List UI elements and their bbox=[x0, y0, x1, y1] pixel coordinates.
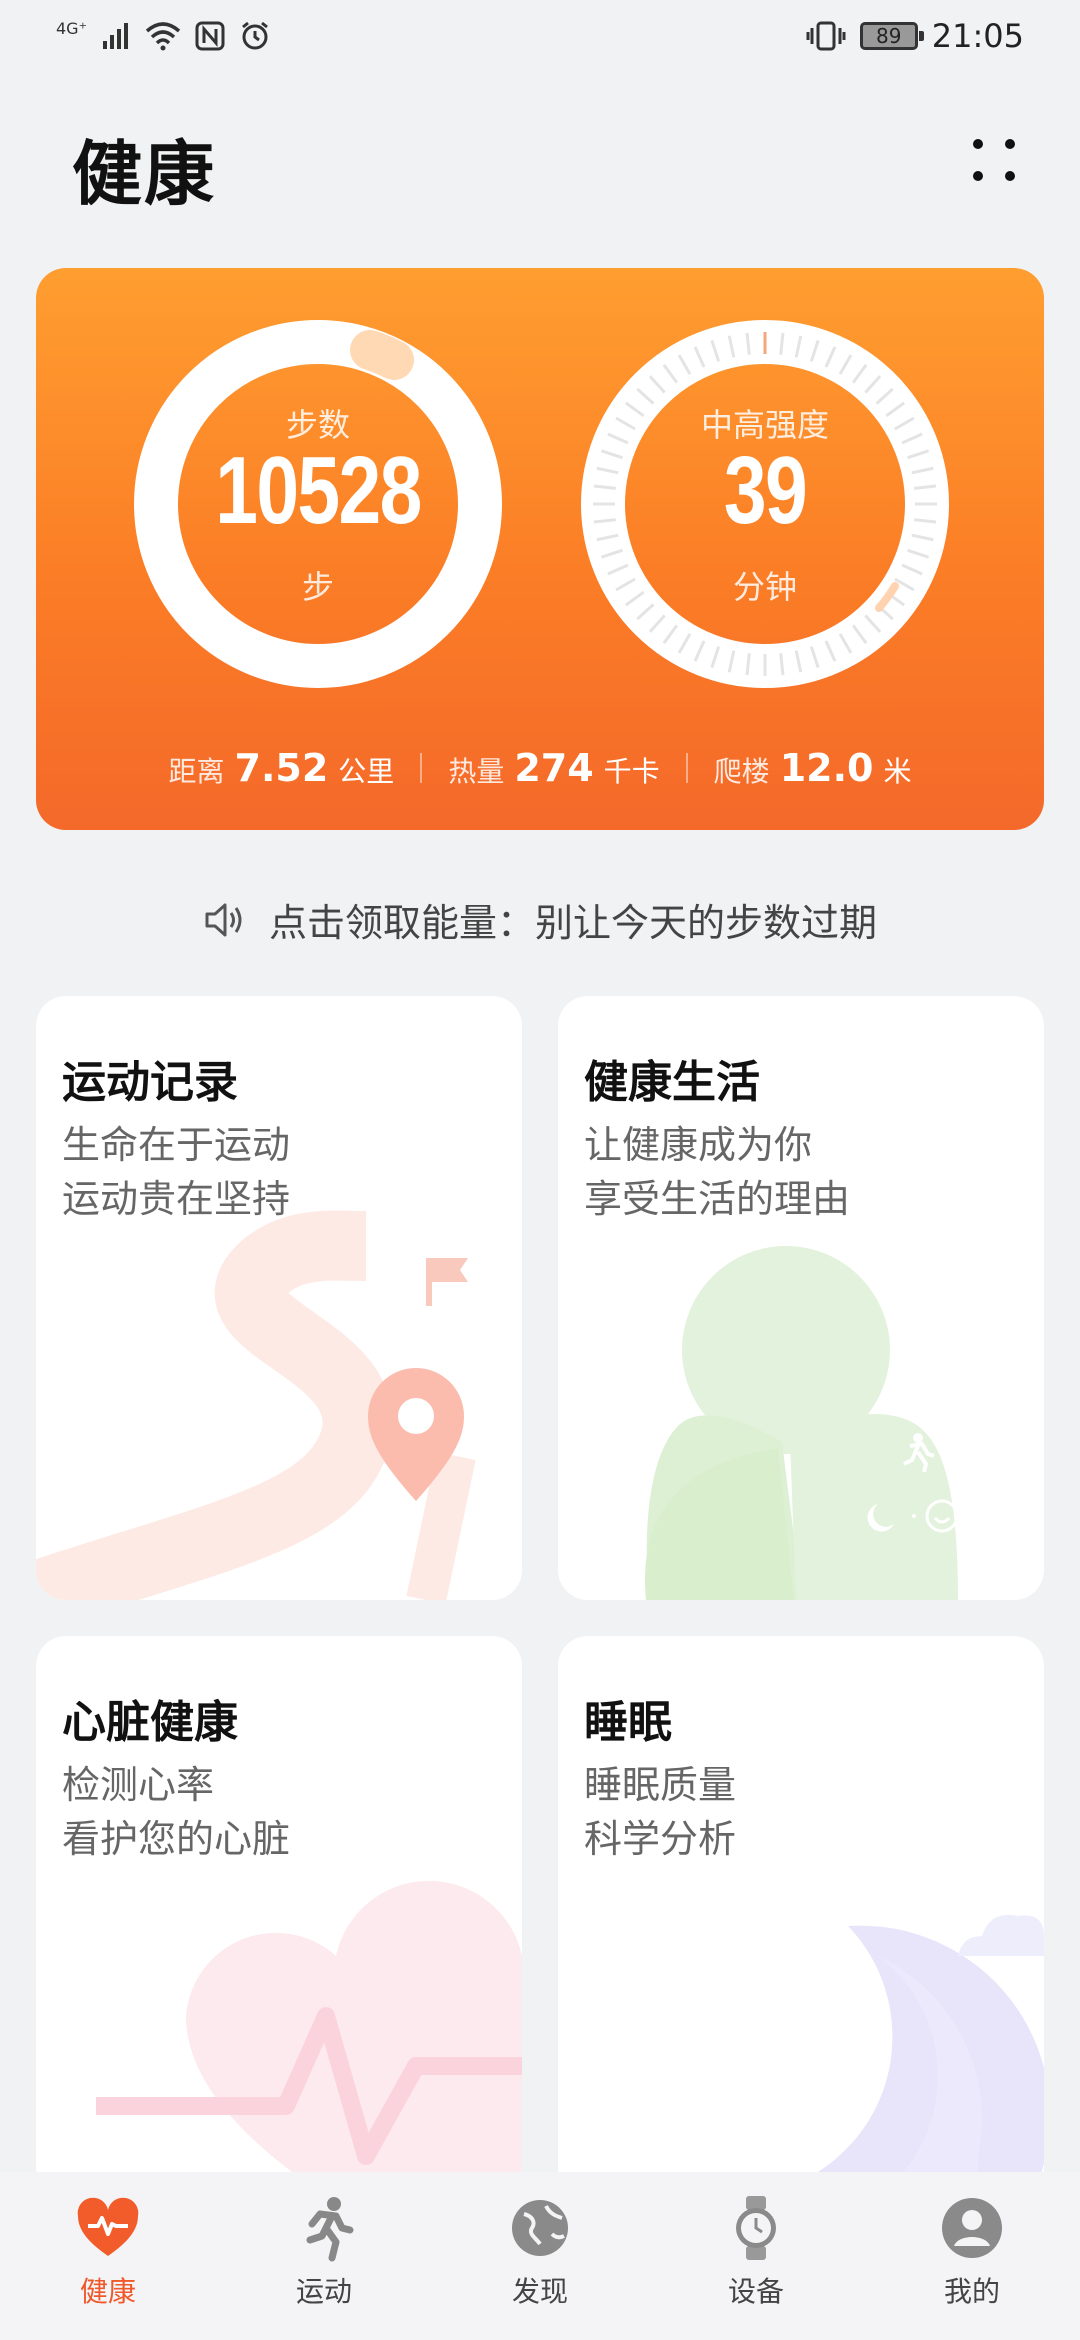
sleep-card[interactable]: 睡眠 睡眠质量 科学分析 bbox=[558, 1636, 1044, 2196]
nav-tab-exercise[interactable]: 运动 bbox=[216, 2172, 432, 2340]
stat-divider bbox=[685, 753, 688, 783]
network-label: 4G⁺ bbox=[56, 18, 88, 38]
calories-value: 274 bbox=[514, 746, 594, 790]
card-title: 运动记录 bbox=[62, 1057, 238, 1108]
steps-ring[interactable]: 步数 10528 步 bbox=[132, 318, 504, 690]
more-button[interactable] bbox=[960, 126, 1028, 194]
alarm-icon bbox=[242, 21, 268, 50]
battery-icon: 89 bbox=[859, 22, 924, 50]
status-right: 89 21:05 bbox=[806, 14, 1024, 58]
status-bar: 4G⁺ 89 21:05 bbox=[0, 0, 1080, 72]
intensity-value: 39 bbox=[723, 437, 808, 544]
calories-unit: 千卡 bbox=[603, 755, 660, 788]
steps-unit: 步 bbox=[301, 568, 334, 606]
signal-icon bbox=[103, 23, 129, 49]
nav-tab-discover[interactable]: 发现 bbox=[432, 2172, 648, 2340]
card-line-1: 让健康成为你 bbox=[584, 1123, 813, 1167]
card-title: 心脏健康 bbox=[62, 1697, 238, 1748]
bottom-nav: 健康 运动 发现 设备 我的 bbox=[0, 2172, 1080, 2340]
distance-unit: 公里 bbox=[338, 755, 395, 788]
nav-label: 我的 bbox=[943, 2275, 1000, 2308]
exercise-record-card[interactable]: 运动记录 生命在于运动 运动贵在坚持 bbox=[36, 996, 522, 1600]
nav-tab-me[interactable]: 我的 bbox=[864, 2172, 1080, 2340]
calories-label: 热量 bbox=[448, 755, 505, 788]
nav-tab-health[interactable]: 健康 bbox=[0, 2172, 216, 2340]
wifi-icon bbox=[145, 22, 181, 51]
floors-label: 爬楼 bbox=[713, 755, 770, 788]
card-line-1: 检测心率 bbox=[62, 1763, 215, 1807]
card-title: 睡眠 bbox=[584, 1697, 672, 1748]
battery-level: 89 bbox=[876, 24, 902, 48]
intensity-unit: 分钟 bbox=[732, 568, 797, 606]
calories-stat: 热量 274 千卡 bbox=[448, 746, 659, 790]
nav-label: 健康 bbox=[79, 2275, 136, 2308]
distance-value: 7.52 bbox=[234, 746, 329, 790]
nav-label: 发现 bbox=[511, 2275, 568, 2308]
vibrate-icon bbox=[806, 21, 846, 51]
status-left: 4G⁺ bbox=[56, 16, 271, 56]
energy-notice[interactable]: 点击领取能量：别让今天的步数过期 bbox=[0, 892, 1080, 947]
nfc-icon bbox=[195, 21, 225, 51]
distance-stat: 距离 7.52 公里 bbox=[169, 746, 395, 790]
nav-label: 运动 bbox=[295, 2275, 352, 2308]
card-line-2: 运动贵在坚持 bbox=[62, 1177, 291, 1221]
floors-unit: 米 bbox=[883, 755, 912, 788]
healthy-life-card[interactable]: 健康生活 让健康成为你 享受生活的理由 bbox=[558, 996, 1044, 1600]
card-line-1: 生命在于运动 bbox=[62, 1123, 291, 1167]
card-line-1: 睡眠质量 bbox=[584, 1763, 737, 1807]
nav-tab-devices[interactable]: 设备 bbox=[648, 2172, 864, 2340]
distance-label: 距离 bbox=[168, 755, 225, 788]
card-line-2: 看护您的心脏 bbox=[62, 1817, 291, 1861]
floors-value: 12.0 bbox=[779, 746, 874, 790]
heart-icon bbox=[77, 2197, 139, 2256]
card-title: 健康生活 bbox=[584, 1057, 760, 1108]
card-line-2: 享受生活的理由 bbox=[584, 1177, 851, 1221]
activity-stats-row: 距离 7.52 公里 热量 274 千卡 爬楼 12.0 米 bbox=[36, 746, 1044, 790]
card-line-2: 科学分析 bbox=[584, 1817, 737, 1861]
activity-summary-card[interactable]: 步数 10528 步 中高强度 39 分钟 距离 7.52 公里 热量 274 … bbox=[36, 268, 1044, 830]
grid-dots-icon bbox=[973, 139, 1015, 181]
page-title: 健康 bbox=[72, 133, 216, 215]
nav-label: 设备 bbox=[727, 2275, 784, 2308]
profile-icon bbox=[942, 2198, 1002, 2258]
runner-icon bbox=[306, 2197, 354, 2262]
clock: 21:05 bbox=[931, 17, 1024, 55]
heart-health-card[interactable]: 心脏健康 检测心率 看护您的心脏 bbox=[36, 1636, 522, 2196]
floors-stat: 爬楼 12.0 米 bbox=[714, 746, 912, 790]
speaker-icon bbox=[205, 903, 242, 936]
watch-icon bbox=[736, 2196, 776, 2260]
globe-icon bbox=[512, 2200, 568, 2256]
stat-divider bbox=[420, 753, 423, 783]
intensity-ring[interactable]: 中高强度 39 分钟 bbox=[579, 318, 951, 690]
notice-text: 点击领取能量：别让今天的步数过期 bbox=[268, 901, 877, 945]
steps-value: 10528 bbox=[215, 437, 422, 544]
